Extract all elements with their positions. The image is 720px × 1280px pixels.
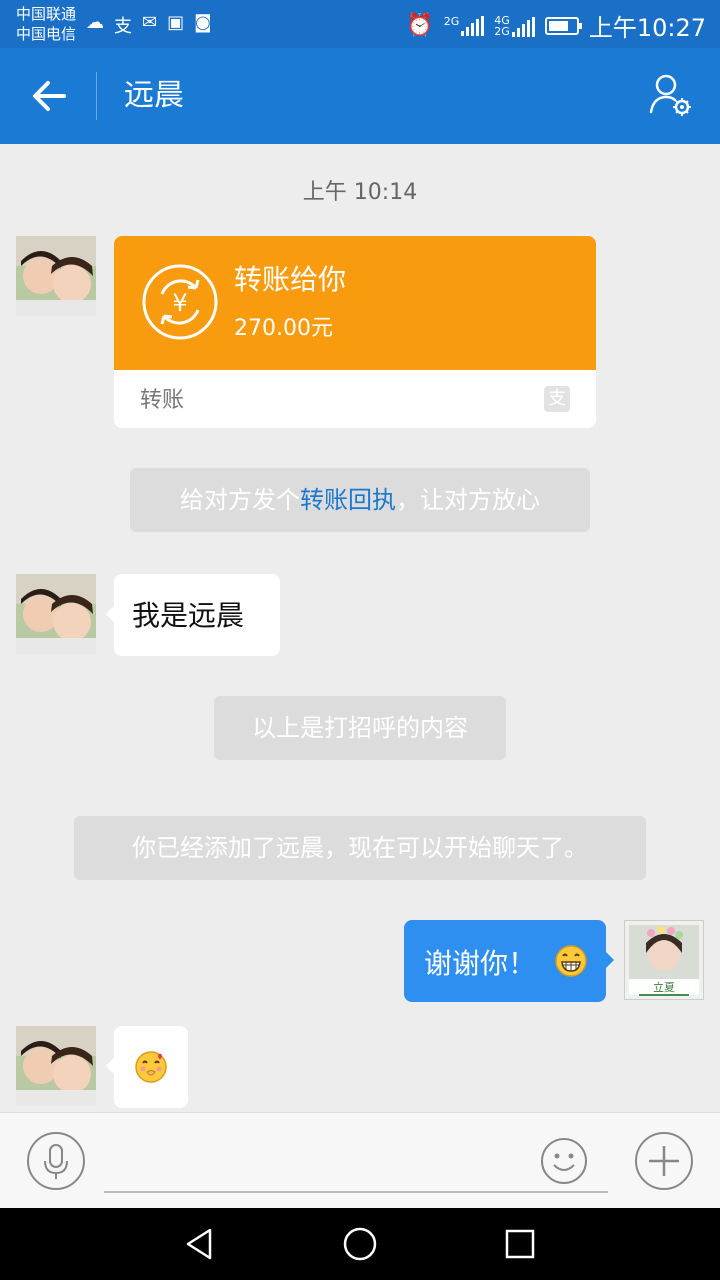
page-title: 远晨: [124, 78, 184, 113]
avatar-photo: [16, 236, 96, 316]
contact-avatar[interactable]: [16, 236, 96, 316]
svg-text:¥: ¥: [172, 289, 187, 317]
chat-header: 远晨: [0, 48, 720, 144]
nav-recents-button[interactable]: [502, 1226, 538, 1262]
plus-icon: [635, 1132, 693, 1190]
avatar-photo: [16, 574, 96, 654]
gallery-notification-icon: ▣: [167, 12, 185, 33]
clock: 上午10:27: [588, 14, 706, 42]
arrow-left-icon: [33, 81, 66, 111]
notification-icons: ☁ 支 ✉ ▣ ◙: [86, 12, 212, 38]
yen-refresh-icon: ¥: [142, 264, 218, 340]
emoji-button[interactable]: [540, 1137, 588, 1185]
alipay-icon: 支: [544, 386, 570, 412]
nav-home-button[interactable]: [342, 1226, 378, 1262]
carrier-2: 中国电信: [16, 25, 77, 43]
battery-level: [548, 20, 569, 31]
alarm-icon: ⏰: [406, 13, 434, 38]
weather-icon: ☁: [86, 12, 104, 33]
network-type-3: 2G: [494, 24, 510, 38]
contact-avatar[interactable]: [16, 1026, 96, 1106]
network-type-1: 2G: [443, 14, 460, 28]
input-bar: [0, 1112, 720, 1209]
message-timestamp: 上午 10:14: [302, 180, 418, 205]
signal-bars-1-icon: [461, 15, 485, 36]
carrier-1: 中国联通: [16, 5, 77, 23]
incoming-emoji-bubble[interactable]: [106, 1026, 188, 1108]
avatar-photo: [16, 1026, 96, 1106]
own-avatar-caption: 立夏: [653, 981, 675, 994]
more-options-button[interactable]: [634, 1131, 694, 1191]
message-input[interactable]: [104, 1191, 608, 1193]
carrier-info: 中国联通 中国电信: [16, 4, 76, 44]
voice-input-button[interactable]: [26, 1131, 86, 1191]
message-notification-icon: ◙: [194, 12, 212, 33]
receipt-prefix: 给对方发个: [180, 486, 300, 514]
smiley-icon: [541, 1138, 587, 1184]
friend-added-notice: 你已经添加了远晨，现在可以开始聊天了。: [74, 816, 646, 880]
person-settings-icon: [649, 74, 691, 116]
square-recents-icon: [505, 1229, 535, 1259]
status-right: ⏰ 2G 4G 2G 上午10:27: [406, 8, 706, 43]
battery-icon: [544, 16, 582, 35]
circle-home-icon: [343, 1227, 377, 1261]
transfer-card-header: ¥ 转账给你 270.00元: [114, 236, 596, 370]
grin-emoji-icon: [555, 945, 587, 977]
alipay-notification-icon: 支: [114, 16, 132, 37]
transfer-receipt-link[interactable]: 转账回执: [300, 486, 396, 514]
kiss-emoji-icon: [135, 1051, 167, 1083]
transfer-amount: 270.00元: [234, 316, 333, 341]
transfer-message-card[interactable]: ¥ 转账给你 270.00元 转账 支: [114, 236, 596, 428]
incoming-message-text: 我是远晨: [132, 599, 245, 632]
transfer-receipt-notice: 给对方发个转账回执，让对方放心: [130, 468, 590, 532]
outgoing-message-text: 谢谢你！: [424, 947, 537, 980]
signal-2: 4G 2G: [494, 15, 535, 37]
status-bar: 中国联通 中国电信 ☁ 支 ✉ ▣ ◙ ⏰ 2G 4G 2G 上午10:27: [0, 0, 720, 48]
nav-back-button[interactable]: [182, 1226, 218, 1262]
incoming-message-bubble[interactable]: 我是远晨: [106, 574, 280, 656]
back-button[interactable]: [28, 74, 72, 118]
greeting-notice: 以上是打招呼的内容: [214, 696, 506, 760]
contact-settings-button[interactable]: [648, 72, 694, 120]
triangle-back-icon: [186, 1228, 212, 1260]
receipt-suffix: ，让对方放心: [396, 486, 540, 514]
microphone-icon: [27, 1132, 85, 1190]
app-notification-icon: ✉: [142, 12, 158, 33]
contact-avatar[interactable]: [16, 574, 96, 654]
transfer-footer-label: 转账: [140, 388, 185, 413]
signal-1: 2G: [443, 14, 485, 36]
outgoing-message-bubble[interactable]: 谢谢你！: [404, 920, 614, 1002]
signal-bars-2-icon: [511, 16, 535, 37]
own-avatar[interactable]: 立夏: [624, 920, 704, 1000]
header-divider: [96, 72, 97, 120]
system-nav-bar: [0, 1208, 720, 1280]
transfer-title: 转账给你: [234, 263, 347, 296]
network-type-2: 4G: [494, 13, 510, 27]
